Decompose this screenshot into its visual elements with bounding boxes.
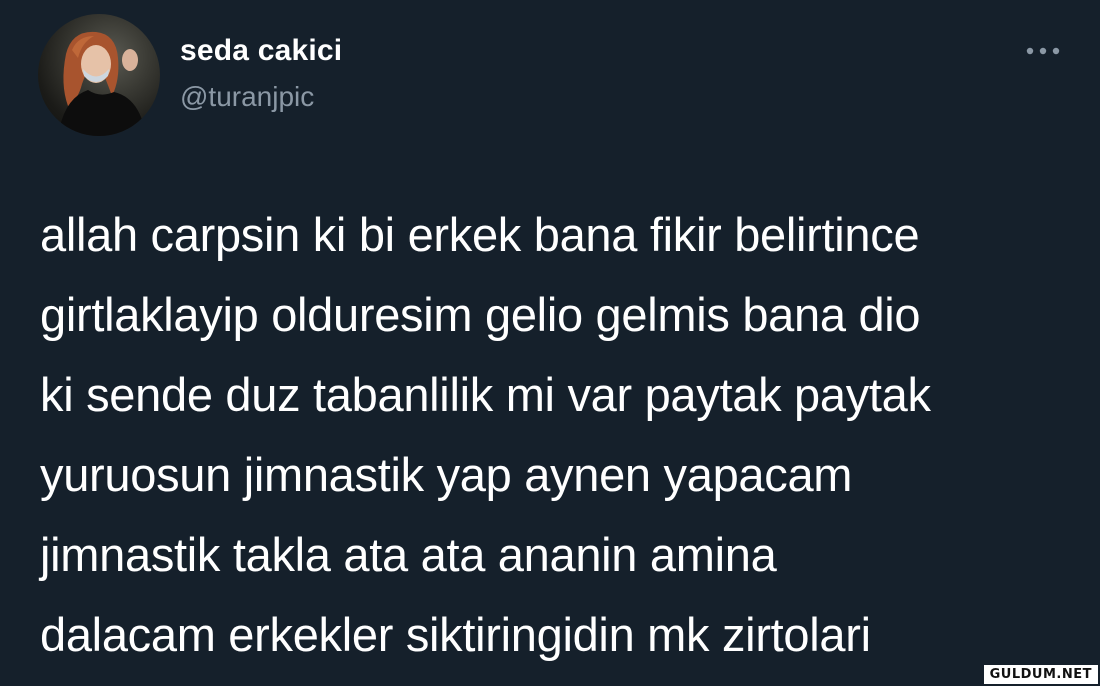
avatar-photo — [58, 31, 146, 136]
avatar[interactable] — [38, 14, 160, 136]
tweet-text: allah carpsin ki bi erkek bana fikir bel… — [40, 195, 1080, 675]
tweet-text-line: yuruosun jimnastik yap aynen yapacam — [40, 448, 853, 501]
tweet-text-line: jimnastik takla ata ata ananin amina — [40, 528, 777, 581]
site-watermark: GULDUM.NET — [983, 665, 1098, 684]
tweet-card: seda cakici @turanjpic allah carpsin ki … — [0, 0, 1100, 686]
author-display-name[interactable]: seda cakici — [180, 34, 342, 68]
tweet-text-line: ki sende duz tabanlilik mi var paytak pa… — [40, 368, 931, 421]
tweet-text-line: girtlaklayip olduresim gelio gelmis bana… — [40, 288, 921, 341]
author-handle[interactable]: @turanjpic — [180, 81, 314, 113]
tweet-text-line: dalacam erkekler siktiringidin mk zirtol… — [40, 608, 871, 661]
more-horizontal-icon — [1026, 47, 1060, 55]
more-options-button[interactable] — [1020, 38, 1066, 64]
tweet-text-line: allah carpsin ki bi erkek bana fikir bel… — [40, 208, 920, 261]
